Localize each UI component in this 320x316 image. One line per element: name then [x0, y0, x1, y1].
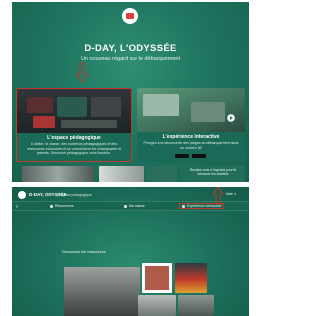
experience-icon — [182, 204, 185, 208]
media-tile[interactable] — [142, 263, 172, 293]
card-thumbnail — [137, 88, 245, 132]
class-icon — [124, 204, 127, 208]
gallery-image — [99, 166, 144, 182]
card-thumbnail — [17, 89, 131, 133]
page-title: D-DAY, L'ODYSSÉE — [84, 43, 177, 54]
section-title: Découvrez les ressources — [62, 250, 106, 254]
card-title: L'expérience interactive — [162, 134, 220, 140]
media-tile[interactable] — [178, 295, 214, 316]
resources-icon — [50, 204, 53, 208]
brand-subtitle: | Espace pédagogique — [57, 192, 92, 197]
nav-item-class[interactable]: Ma classe — [124, 204, 145, 208]
nav-item-label: Ressources — [55, 204, 74, 208]
nav-item-label: Ma classe — [129, 204, 145, 208]
menu-icon[interactable]: ≡ — [16, 204, 18, 209]
page-subtitle: Un nouveau regard sur le débarquement — [80, 56, 181, 62]
top-screenshot: D-DAY, L'ODYSSÉE Un nouveau regard sur l… — [12, 2, 249, 182]
card-interactive-experience[interactable]: L'expérience interactive Plongez à la dé… — [137, 88, 245, 162]
card-description: Plongez à la découverte des plages du dé… — [143, 141, 239, 150]
store-badges[interactable] — [175, 154, 206, 158]
logo-icon[interactable] — [18, 191, 26, 199]
help-menu[interactable]: Aide ∨ — [226, 192, 237, 196]
gallery-image — [22, 166, 94, 182]
card-description: Il atelier, le classe, des contenus péda… — [27, 142, 121, 156]
nav-item-resources[interactable]: Ressources — [50, 204, 73, 208]
cta-banner[interactable]: Rendez-vous à l'agenda pour le retrouver… — [181, 165, 245, 182]
logo-icon — [122, 8, 138, 24]
bottom-screenshot: D-DAY, ODYSSÉE | Espace pédagogique Aide… — [12, 187, 249, 316]
media-tile[interactable] — [138, 295, 176, 316]
up-arrow-icon — [213, 187, 223, 205]
down-arrow-icon — [76, 62, 88, 82]
gallery-image — [147, 166, 177, 182]
media-tile[interactable] — [64, 267, 140, 316]
cta-text: Rendez-vous à l'agenda pour le retrouver… — [189, 168, 237, 176]
card-pedagogical-space[interactable]: L'espace pédagogique Il atelier, le clas… — [16, 88, 132, 162]
media-tile[interactable] — [175, 263, 207, 293]
play-icon[interactable] — [227, 114, 235, 122]
card-title: L'espace pédagogique — [47, 135, 101, 141]
